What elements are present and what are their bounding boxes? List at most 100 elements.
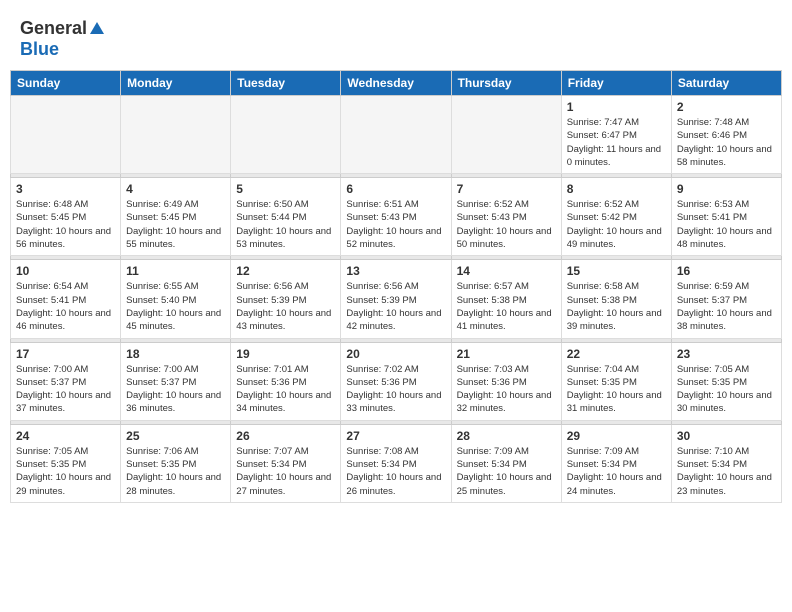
day-number: 30 [677, 429, 776, 443]
day-info: Sunrise: 7:09 AM Sunset: 5:34 PM Dayligh… [457, 445, 556, 498]
calendar-cell: 30 Sunrise: 7:10 AM Sunset: 5:34 PM Dayli… [671, 424, 781, 502]
calendar-cell: 21 Sunrise: 7:03 AM Sunset: 5:36 PM Dayli… [451, 342, 561, 420]
calendar-cell: 26 Sunrise: 7:07 AM Sunset: 5:34 PM Dayli… [231, 424, 341, 502]
day-number: 1 [567, 100, 666, 114]
day-info: Sunrise: 7:07 AM Sunset: 5:34 PM Dayligh… [236, 445, 335, 498]
logo-blue-text: Blue [20, 39, 59, 59]
calendar-cell: 25 Sunrise: 7:06 AM Sunset: 5:35 PM Dayli… [121, 424, 231, 502]
calendar-cell: 28 Sunrise: 7:09 AM Sunset: 5:34 PM Dayli… [451, 424, 561, 502]
day-number: 13 [346, 264, 445, 278]
logo-general-text: General [20, 18, 87, 39]
day-number: 10 [16, 264, 115, 278]
day-info: Sunrise: 6:56 AM Sunset: 5:39 PM Dayligh… [236, 280, 335, 333]
day-number: 8 [567, 182, 666, 196]
day-info: Sunrise: 7:48 AM Sunset: 6:46 PM Dayligh… [677, 116, 776, 169]
calendar-cell: 2 Sunrise: 7:48 AM Sunset: 6:46 PM Daylig… [671, 96, 781, 174]
day-number: 29 [567, 429, 666, 443]
day-info: Sunrise: 7:10 AM Sunset: 5:34 PM Dayligh… [677, 445, 776, 498]
day-info: Sunrise: 6:54 AM Sunset: 5:41 PM Dayligh… [16, 280, 115, 333]
weekday-header-thursday: Thursday [451, 71, 561, 96]
calendar-cell: 7 Sunrise: 6:52 AM Sunset: 5:43 PM Daylig… [451, 178, 561, 256]
calendar-cell: 23 Sunrise: 7:05 AM Sunset: 5:35 PM Dayli… [671, 342, 781, 420]
day-number: 26 [236, 429, 335, 443]
weekday-header-sunday: Sunday [11, 71, 121, 96]
calendar-cell: 14 Sunrise: 6:57 AM Sunset: 5:38 PM Dayli… [451, 260, 561, 338]
day-info: Sunrise: 7:02 AM Sunset: 5:36 PM Dayligh… [346, 363, 445, 416]
calendar-cell: 17Sunrise: 7:00 AM Sunset: 5:37 PM Dayli… [11, 342, 121, 420]
weekday-header-monday: Monday [121, 71, 231, 96]
week-row-3: 10 Sunrise: 6:54 AM Sunset: 5:41 PM Dayli… [11, 260, 782, 338]
day-number: 18 [126, 347, 225, 361]
day-number: 7 [457, 182, 556, 196]
day-info: Sunrise: 7:00 AM Sunset: 5:37 PM Dayligh… [16, 363, 115, 416]
calendar-cell: 9Sunrise: 6:53 AM Sunset: 5:41 PM Daylig… [671, 178, 781, 256]
day-number: 2 [677, 100, 776, 114]
day-info: Sunrise: 6:59 AM Sunset: 5:37 PM Dayligh… [677, 280, 776, 333]
day-info: Sunrise: 6:58 AM Sunset: 5:38 PM Dayligh… [567, 280, 666, 333]
day-info: Sunrise: 7:08 AM Sunset: 5:34 PM Dayligh… [346, 445, 445, 498]
calendar-cell: 5 Sunrise: 6:50 AM Sunset: 5:44 PM Daylig… [231, 178, 341, 256]
weekday-header-wednesday: Wednesday [341, 71, 451, 96]
day-number: 20 [346, 347, 445, 361]
week-row-5: 24Sunrise: 7:05 AM Sunset: 5:35 PM Dayli… [11, 424, 782, 502]
day-info: Sunrise: 6:52 AM Sunset: 5:43 PM Dayligh… [457, 198, 556, 251]
day-info: Sunrise: 7:00 AM Sunset: 5:37 PM Dayligh… [126, 363, 225, 416]
day-number: 19 [236, 347, 335, 361]
day-info: Sunrise: 7:47 AM Sunset: 6:47 PM Dayligh… [567, 116, 666, 169]
day-number: 14 [457, 264, 556, 278]
day-info: Sunrise: 7:05 AM Sunset: 5:35 PM Dayligh… [677, 363, 776, 416]
calendar-cell: 20 Sunrise: 7:02 AM Sunset: 5:36 PM Dayli… [341, 342, 451, 420]
day-info: Sunrise: 7:04 AM Sunset: 5:35 PM Dayligh… [567, 363, 666, 416]
day-number: 22 [567, 347, 666, 361]
day-number: 6 [346, 182, 445, 196]
calendar-cell: 12 Sunrise: 6:56 AM Sunset: 5:39 PM Dayli… [231, 260, 341, 338]
day-number: 3 [16, 182, 115, 196]
calendar-cell [121, 96, 231, 174]
week-row-1: 1 Sunrise: 7:47 AM Sunset: 6:47 PM Daylig… [11, 96, 782, 174]
day-number: 5 [236, 182, 335, 196]
calendar-cell: 6 Sunrise: 6:51 AM Sunset: 5:43 PM Daylig… [341, 178, 451, 256]
calendar-cell: 3 Sunrise: 6:48 AM Sunset: 5:45 PM Daylig… [11, 178, 121, 256]
day-number: 9 [677, 182, 776, 196]
day-info: Sunrise: 6:57 AM Sunset: 5:38 PM Dayligh… [457, 280, 556, 333]
calendar-cell [11, 96, 121, 174]
day-info: Sunrise: 6:49 AM Sunset: 5:45 PM Dayligh… [126, 198, 225, 251]
day-number: 21 [457, 347, 556, 361]
calendar-cell [341, 96, 451, 174]
logo: General Blue [20, 18, 104, 60]
day-info: Sunrise: 6:50 AM Sunset: 5:44 PM Dayligh… [236, 198, 335, 251]
day-number: 12 [236, 264, 335, 278]
calendar-cell: 19Sunrise: 7:01 AM Sunset: 5:36 PM Dayli… [231, 342, 341, 420]
calendar-cell: 15 Sunrise: 6:58 AM Sunset: 5:38 PM Dayli… [561, 260, 671, 338]
day-info: Sunrise: 7:09 AM Sunset: 5:34 PM Dayligh… [567, 445, 666, 498]
calendar-cell: 4 Sunrise: 6:49 AM Sunset: 5:45 PM Daylig… [121, 178, 231, 256]
calendar-cell: 18 Sunrise: 7:00 AM Sunset: 5:37 PM Dayli… [121, 342, 231, 420]
day-info: Sunrise: 7:03 AM Sunset: 5:36 PM Dayligh… [457, 363, 556, 416]
calendar-cell: 27Sunrise: 7:08 AM Sunset: 5:34 PM Dayli… [341, 424, 451, 502]
week-row-4: 17Sunrise: 7:00 AM Sunset: 5:37 PM Dayli… [11, 342, 782, 420]
day-info: Sunrise: 6:48 AM Sunset: 5:45 PM Dayligh… [16, 198, 115, 251]
day-info: Sunrise: 7:06 AM Sunset: 5:35 PM Dayligh… [126, 445, 225, 498]
calendar-table: SundayMondayTuesdayWednesdayThursdayFrid… [10, 70, 782, 503]
week-row-2: 3 Sunrise: 6:48 AM Sunset: 5:45 PM Daylig… [11, 178, 782, 256]
calendar-cell [451, 96, 561, 174]
day-info: Sunrise: 6:56 AM Sunset: 5:39 PM Dayligh… [346, 280, 445, 333]
day-number: 23 [677, 347, 776, 361]
day-number: 24 [16, 429, 115, 443]
calendar-cell: 1 Sunrise: 7:47 AM Sunset: 6:47 PM Daylig… [561, 96, 671, 174]
weekday-header-saturday: Saturday [671, 71, 781, 96]
day-number: 25 [126, 429, 225, 443]
day-number: 28 [457, 429, 556, 443]
day-info: Sunrise: 6:52 AM Sunset: 5:42 PM Dayligh… [567, 198, 666, 251]
calendar-cell: 10 Sunrise: 6:54 AM Sunset: 5:41 PM Dayli… [11, 260, 121, 338]
day-info: Sunrise: 6:51 AM Sunset: 5:43 PM Dayligh… [346, 198, 445, 251]
day-number: 4 [126, 182, 225, 196]
day-number: 15 [567, 264, 666, 278]
calendar-cell: 13 Sunrise: 6:56 AM Sunset: 5:39 PM Dayli… [341, 260, 451, 338]
calendar-cell: 11Sunrise: 6:55 AM Sunset: 5:40 PM Dayli… [121, 260, 231, 338]
calendar-cell [231, 96, 341, 174]
day-info: Sunrise: 6:55 AM Sunset: 5:40 PM Dayligh… [126, 280, 225, 333]
day-number: 16 [677, 264, 776, 278]
calendar-cell: 22 Sunrise: 7:04 AM Sunset: 5:35 PM Dayli… [561, 342, 671, 420]
weekday-header-row: SundayMondayTuesdayWednesdayThursdayFrid… [11, 71, 782, 96]
